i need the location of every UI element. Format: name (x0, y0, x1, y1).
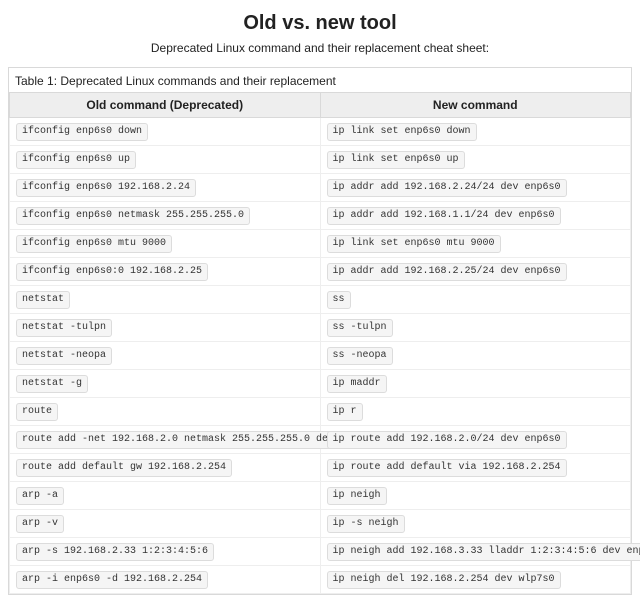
old-command: ifconfig enp6s0 down (16, 123, 148, 141)
old-command: netstat (16, 291, 70, 309)
old-command: ifconfig enp6s0 192.168.2.24 (16, 179, 196, 197)
cell-new: ip link set enp6s0 mtu 9000 (320, 230, 631, 258)
cell-old: arp -s 192.168.2.33 1:2:3:4:5:6 (10, 538, 321, 566)
cell-new: ss (320, 286, 631, 314)
table-row: ifconfig enp6s0:0 192.168.2.25 ip addr ad… (10, 258, 631, 286)
table-row: netstat -neopa ss -neopa (10, 342, 631, 370)
new-command: ip -s neigh (327, 515, 405, 533)
table-caption: Table 1: Deprecated Linux commands and t… (9, 68, 631, 92)
table-row: ifconfig enp6s0 mtu 9000 ip link set enp6… (10, 230, 631, 258)
new-command: ip addr add 192.168.2.24/24 dev enp6s0 (327, 179, 567, 197)
new-command: ip route add default via 192.168.2.254 (327, 459, 567, 477)
cell-old: netstat (10, 286, 321, 314)
cell-new: ss -neopa (320, 342, 631, 370)
table-row: arp -s 192.168.2.33 1:2:3:4:5:6 ip neigh … (10, 538, 631, 566)
table-row: route ip r (10, 398, 631, 426)
cell-old: route add default gw 192.168.2.254 (10, 454, 321, 482)
new-command: ip addr add 192.168.2.25/24 dev enp6s0 (327, 263, 567, 281)
new-command: ip neigh del 192.168.2.254 dev wlp7s0 (327, 571, 561, 589)
cell-old: route add -net 192.168.2.0 netmask 255.2… (10, 426, 321, 454)
cell-old: arp -a (10, 482, 321, 510)
cell-old: ifconfig enp6s0 192.168.2.24 (10, 174, 321, 202)
table-container: Table 1: Deprecated Linux commands and t… (8, 67, 632, 595)
old-command: ifconfig enp6s0 mtu 9000 (16, 235, 172, 253)
old-command: ifconfig enp6s0 netmask 255.255.255.0 (16, 207, 250, 225)
cell-old: ifconfig enp6s0 mtu 9000 (10, 230, 321, 258)
table-row: arp -v ip -s neigh (10, 510, 631, 538)
old-command: arp -v (16, 515, 64, 533)
page-title: Old vs. new tool (8, 12, 632, 35)
cell-new: ip r (320, 398, 631, 426)
table-row: netstat -g ip maddr (10, 370, 631, 398)
old-command: ifconfig enp6s0:0 192.168.2.25 (16, 263, 208, 281)
old-command: arp -s 192.168.2.33 1:2:3:4:5:6 (16, 543, 214, 561)
old-command: route (16, 403, 58, 421)
old-command: arp -i enp6s0 -d 192.168.2.254 (16, 571, 208, 589)
new-command: ss -neopa (327, 347, 393, 365)
cell-new: ip neigh del 192.168.2.254 dev wlp7s0 (320, 566, 631, 594)
cell-new: ip maddr (320, 370, 631, 398)
cell-new: ip route add 192.168.2.0/24 dev enp6s0 (320, 426, 631, 454)
cell-new: ip neigh add 192.168.3.33 lladdr 1:2:3:4… (320, 538, 631, 566)
old-command: netstat -neopa (16, 347, 112, 365)
commands-table: Old command (Deprecated) New command ifc… (9, 92, 631, 594)
cell-new: ip link set enp6s0 up (320, 146, 631, 174)
cell-old: ifconfig enp6s0 up (10, 146, 321, 174)
cell-new: ip route add default via 192.168.2.254 (320, 454, 631, 482)
cell-old: route (10, 398, 321, 426)
new-command: ss -tulpn (327, 319, 393, 337)
page-subtitle: Deprecated Linux command and their repla… (8, 41, 632, 55)
table-row: ifconfig enp6s0 up ip link set enp6s0 up (10, 146, 631, 174)
cell-old: ifconfig enp6s0 netmask 255.255.255.0 (10, 202, 321, 230)
table-row: route add default gw 192.168.2.254 ip rou… (10, 454, 631, 482)
new-command: ip maddr (327, 375, 387, 393)
new-command: ip addr add 192.168.1.1/24 dev enp6s0 (327, 207, 561, 225)
old-command: netstat -g (16, 375, 88, 393)
table-row: arp -a ip neigh (10, 482, 631, 510)
cell-new: ip link set enp6s0 down (320, 118, 631, 146)
cell-old: netstat -tulpn (10, 314, 321, 342)
cell-new: ip addr add 192.168.2.25/24 dev enp6s0 (320, 258, 631, 286)
col-header-old: Old command (Deprecated) (10, 93, 321, 118)
new-command: ip link set enp6s0 down (327, 123, 477, 141)
new-command: ip r (327, 403, 363, 421)
new-command: ss (327, 291, 351, 309)
table-row: ifconfig enp6s0 down ip link set enp6s0 d… (10, 118, 631, 146)
cell-new: ip addr add 192.168.2.24/24 dev enp6s0 (320, 174, 631, 202)
col-header-new: New command (320, 93, 631, 118)
cell-new: ip neigh (320, 482, 631, 510)
table-row: netstat ss (10, 286, 631, 314)
table-row: arp -i enp6s0 -d 192.168.2.254 ip neigh d… (10, 566, 631, 594)
old-command: ifconfig enp6s0 up (16, 151, 136, 169)
old-command: arp -a (16, 487, 64, 505)
new-command: ip link set enp6s0 up (327, 151, 465, 169)
table-row: netstat -tulpn ss -tulpn (10, 314, 631, 342)
cell-new: ip -s neigh (320, 510, 631, 538)
table-row: route add -net 192.168.2.0 netmask 255.2… (10, 426, 631, 454)
new-command: ip neigh (327, 487, 387, 505)
new-command: ip link set enp6s0 mtu 9000 (327, 235, 501, 253)
old-command: route add default gw 192.168.2.254 (16, 459, 232, 477)
cell-old: arp -i enp6s0 -d 192.168.2.254 (10, 566, 321, 594)
table-row: ifconfig enp6s0 192.168.2.24 ip addr add … (10, 174, 631, 202)
cell-new: ss -tulpn (320, 314, 631, 342)
new-command: ip neigh add 192.168.3.33 lladdr 1:2:3:4… (327, 543, 640, 561)
cell-new: ip addr add 192.168.1.1/24 dev enp6s0 (320, 202, 631, 230)
cell-old: ifconfig enp6s0:0 192.168.2.25 (10, 258, 321, 286)
cell-old: ifconfig enp6s0 down (10, 118, 321, 146)
table-row: ifconfig enp6s0 netmask 255.255.255.0 ip … (10, 202, 631, 230)
new-command: ip route add 192.168.2.0/24 dev enp6s0 (327, 431, 567, 449)
old-command: netstat -tulpn (16, 319, 112, 337)
cell-old: netstat -neopa (10, 342, 321, 370)
cell-old: netstat -g (10, 370, 321, 398)
cell-old: arp -v (10, 510, 321, 538)
